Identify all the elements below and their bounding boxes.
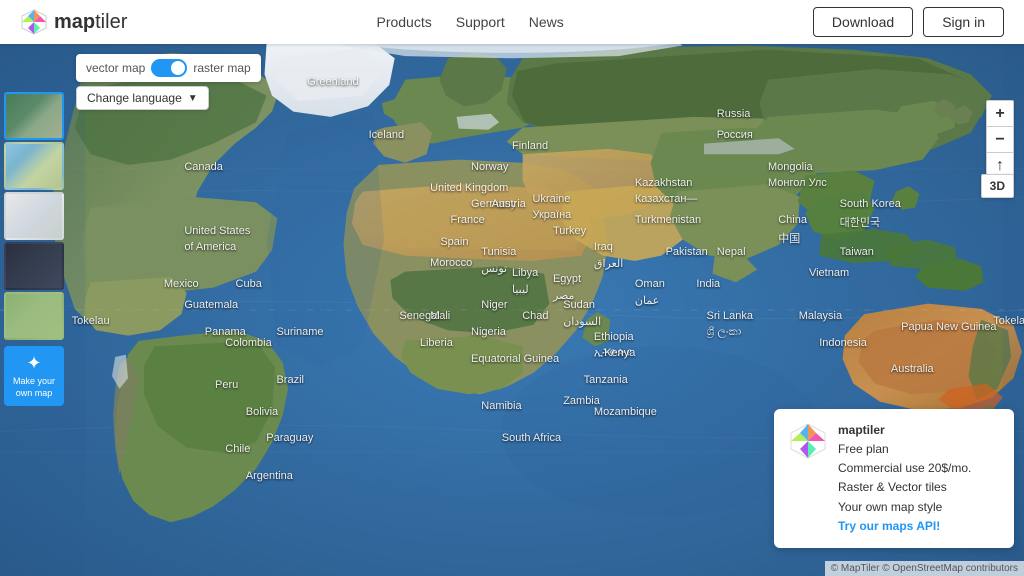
make-own-map-button[interactable]: ✦ Make yourown map [4, 346, 64, 406]
logo-text-bold: tiler [95, 11, 127, 33]
logo-text: maptiler [54, 11, 127, 34]
features1-label: Raster & Vector tiles [838, 480, 947, 494]
download-button[interactable]: Download [813, 7, 913, 37]
map-style-thumbnails: ✦ Make yourown map [0, 88, 68, 576]
3d-button[interactable]: 3D [981, 174, 1014, 198]
change-language-label: Change language [87, 91, 182, 105]
thumbnail-satellite[interactable] [4, 92, 64, 140]
diamond-icon: ✦ [26, 353, 41, 374]
info-card: maptiler Free plan Commercial use 20$/mo… [774, 409, 1014, 548]
header: maptiler Products Support News Download … [0, 0, 1024, 44]
logo[interactable]: maptiler [20, 8, 127, 36]
maptiler-brand: maptiler [838, 423, 885, 437]
maptiler-logo-small [788, 421, 828, 461]
nav-products[interactable]: Products [376, 14, 431, 30]
nav-support[interactable]: Support [456, 14, 505, 30]
vector-map-label: vector map [86, 61, 145, 75]
change-language-button[interactable]: Change language ▼ [76, 86, 209, 110]
commercial-label: Commercial use 20$/mo. [838, 461, 971, 475]
thumbnail-terrain[interactable] [4, 292, 64, 340]
api-link[interactable]: Try our maps API! [838, 519, 940, 533]
chevron-down-icon: ▼ [188, 93, 198, 104]
raster-map-label: raster map [193, 61, 250, 75]
signin-button[interactable]: Sign in [923, 7, 1004, 37]
zoom-controls: + − ↑ [986, 100, 1014, 180]
thumbnail-dark[interactable] [4, 242, 64, 290]
zoom-out-button[interactable]: − [987, 127, 1013, 153]
nav-actions: Download Sign in [813, 7, 1004, 37]
plan-label: Free plan [838, 442, 889, 456]
map-container[interactable]: GreenlandIcelandCanadaRussiaРоссияNorway… [0, 44, 1024, 576]
make-own-map-label: Make yourown map [13, 376, 55, 399]
logo-text-normal: map [54, 11, 95, 33]
features2-label: Your own map style [838, 500, 942, 514]
thumbnail-light[interactable] [4, 192, 64, 240]
logo-icon [20, 8, 48, 36]
map-type-panel: vector map raster map Change language ▼ [76, 54, 261, 110]
nav-news[interactable]: News [529, 14, 564, 30]
map-type-toggle[interactable]: vector map raster map [76, 54, 261, 82]
main-nav: Products Support News [376, 14, 563, 30]
info-card-text: maptiler Free plan Commercial use 20$/mo… [838, 421, 971, 536]
zoom-in-button[interactable]: + [987, 101, 1013, 127]
map-attribution: © MapTiler © OpenStreetMap contributors [825, 561, 1024, 576]
thumbnail-topo[interactable] [4, 142, 64, 190]
toggle-switch[interactable] [151, 59, 187, 77]
